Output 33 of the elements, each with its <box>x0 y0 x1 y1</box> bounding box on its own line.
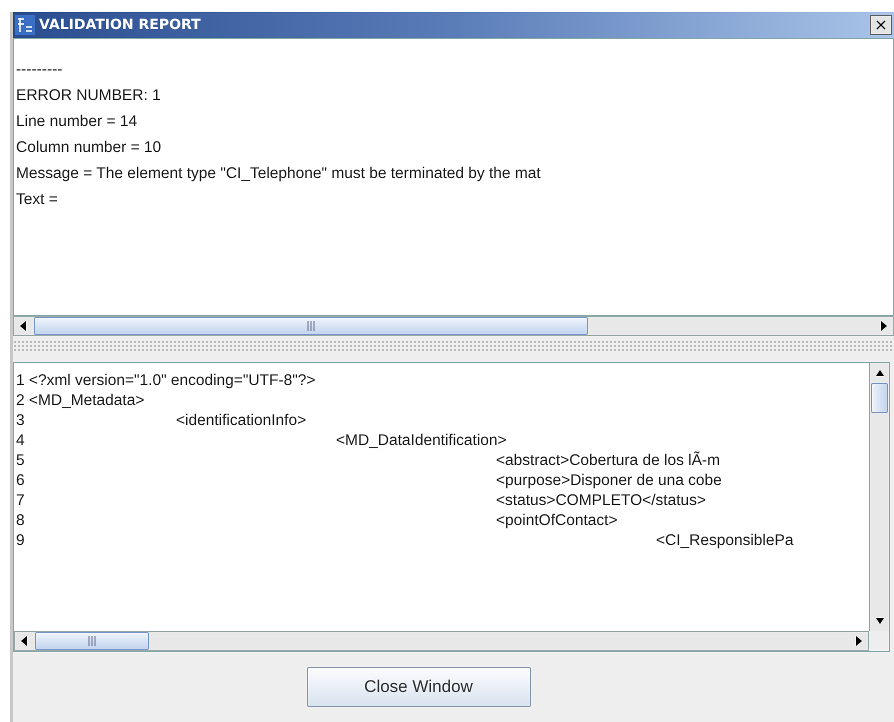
report-line: Message = The element type "CI_Telephone" must be terminated by the mat <box>16 164 542 184</box>
right-arrow-icon[interactable] <box>854 636 862 646</box>
code-line: 1 <?xml version="1.0" encoding="UTF-8"?> <box>16 371 316 391</box>
code-line: 9 <CI_ResponsiblePa <box>16 531 794 551</box>
code-line: 2 <MD_Metadata> <box>16 391 146 411</box>
horizontal-scrollbar[interactable] <box>14 631 869 651</box>
code-line: 7 <status>COMPLETO</status> <box>16 491 707 511</box>
up-arrow-icon[interactable] <box>876 368 884 378</box>
horizontal-scrollbar[interactable] <box>13 316 894 336</box>
vertical-scrollbar[interactable] <box>869 363 889 631</box>
scroll-thumb[interactable] <box>35 632 149 650</box>
close-button[interactable]: × <box>870 15 892 35</box>
code-line: 8 <pointOfContact> <box>16 511 618 531</box>
app-icon <box>15 15 35 35</box>
grip-icon <box>88 636 96 646</box>
close-window-button[interactable]: Close Window <box>306 667 530 707</box>
code-line: 4 <MD_DataIdentification> <box>16 431 508 451</box>
report-line: Text = <box>16 190 59 210</box>
report-line: --------- <box>16 60 64 80</box>
scroll-thumb[interactable] <box>871 383 888 413</box>
left-arrow-icon[interactable] <box>21 636 29 646</box>
code-line: 3 <identificationInfo> <box>16 411 308 431</box>
window-title: VALIDATION REPORT <box>39 17 202 33</box>
right-arrow-icon[interactable] <box>879 321 887 331</box>
code-line: 6 <purpose>Disponer de una cobe <box>16 471 723 491</box>
scroll-thumb[interactable] <box>34 317 588 335</box>
report-line: Column number = 10 <box>16 138 162 158</box>
grip-icon <box>306 321 315 331</box>
left-arrow-icon[interactable] <box>20 321 28 331</box>
report-line: Line number = 14 <box>16 112 138 132</box>
code-line: 5 <abstract>Cobertura de los lÃ-m <box>16 451 721 471</box>
report-line: ERROR NUMBER: 1 <box>16 86 162 106</box>
down-arrow-icon[interactable] <box>876 616 884 626</box>
